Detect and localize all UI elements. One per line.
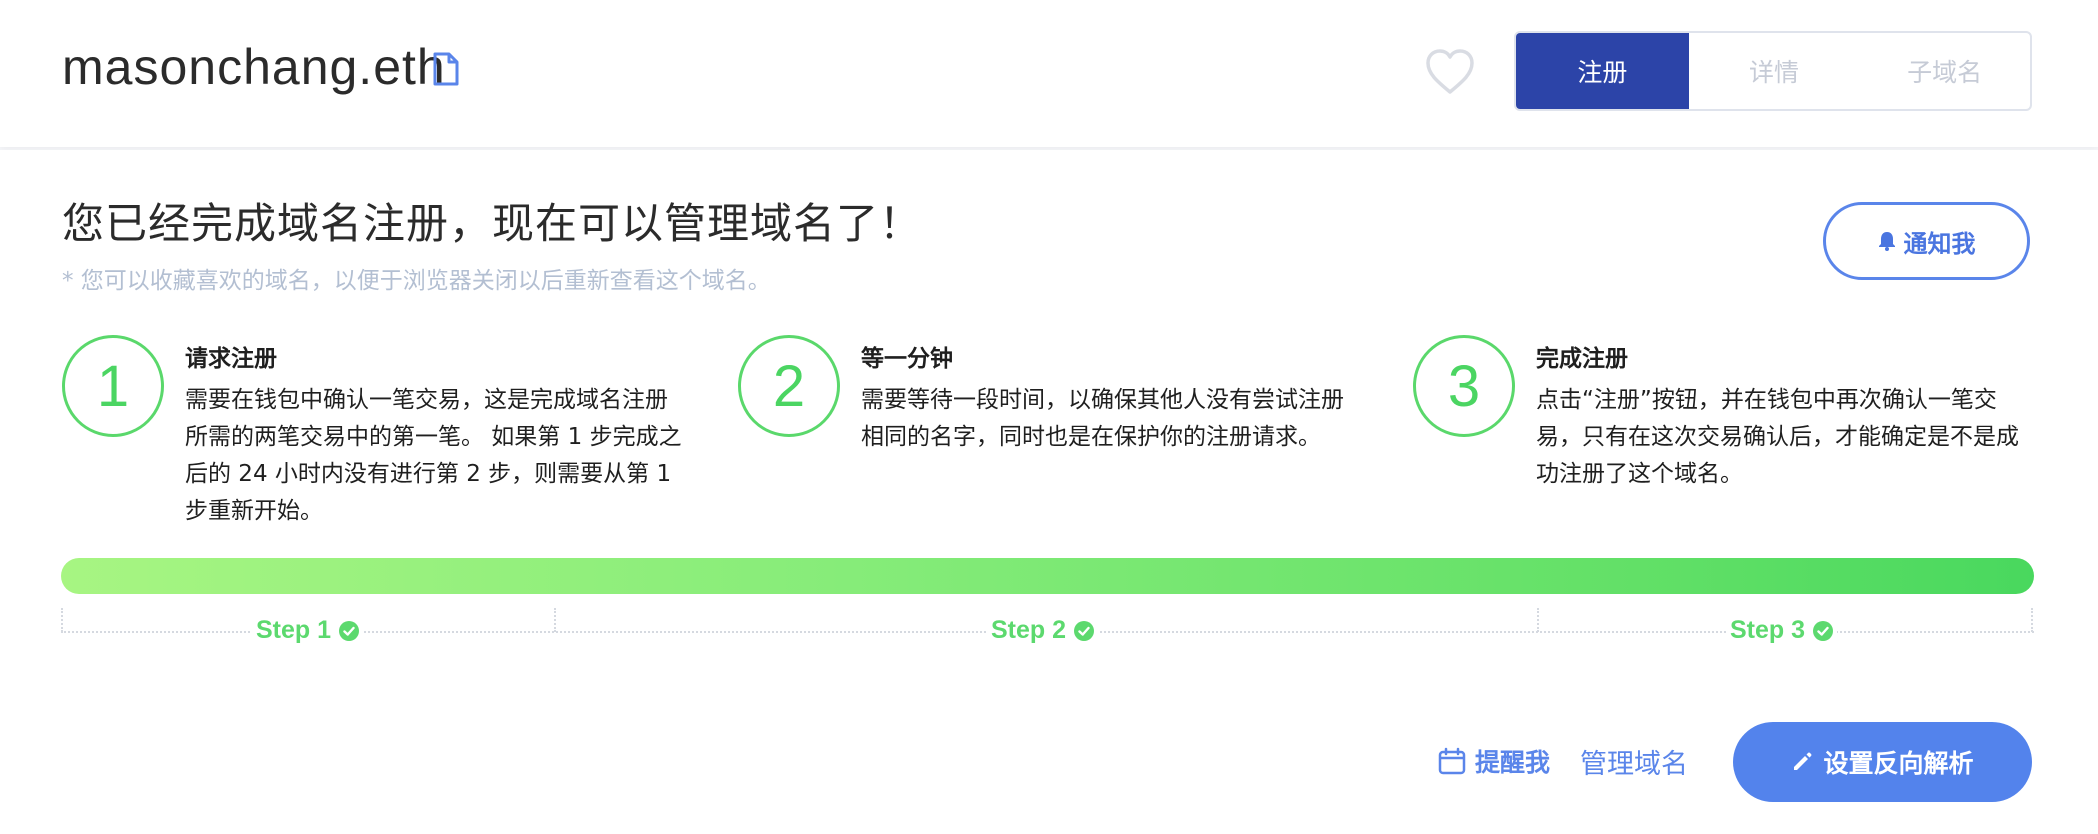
step-description: 需要等待一段时间，以确保其他人没有尝试注册相同的名字，同时也是在保护你的注册请求…: [861, 387, 1344, 450]
set-reverse-record-label: 设置反向解析: [1823, 749, 1974, 778]
notify-me-label: 通知我: [1903, 229, 1976, 258]
step-label-text: Step 3: [1730, 616, 1806, 644]
tracker-tick: [554, 608, 556, 632]
doc-icon[interactable]: [432, 52, 460, 86]
calendar-icon: [1438, 747, 1466, 775]
notify-me-button[interactable]: 通知我: [1823, 202, 2030, 280]
step-description: 需要在钱包中确认一笔交易，这是完成域名注册所需的两笔交易中的第一笔。 如果第 1…: [185, 387, 682, 524]
remind-me-label: 提醒我: [1475, 748, 1551, 777]
page-headline: 您已经完成域名注册，现在可以管理域名了！: [62, 199, 923, 248]
check-circle-icon: [1074, 620, 1095, 641]
favorite-note: * 您可以收藏喜欢的域名，以便于浏览器关闭以后重新查看这个域名。: [62, 268, 771, 294]
check-circle-icon: [339, 620, 360, 641]
step-number-circle: 1: [62, 335, 164, 437]
set-reverse-record-button[interactable]: 设置反向解析: [1733, 722, 2032, 802]
tab-bar: 注册 详情 子域名: [1514, 31, 2032, 111]
step-card-1: 1 请求注册 需要在钱包中确认一笔交易，这是完成域名注册所需的两笔交易中的第一笔…: [62, 335, 682, 535]
pencil-icon: [1794, 752, 1812, 770]
step-title: 请求注册: [185, 346, 277, 372]
heart-icon[interactable]: [1424, 48, 1476, 96]
main-panel: 您已经完成域名注册，现在可以管理域名了！ * 您可以收藏喜欢的域名，以便于浏览器…: [0, 150, 2098, 834]
progress-bar: [61, 558, 2034, 594]
step-card-2: 2 等一分钟 需要等待一段时间，以确保其他人没有尝试注册相同的名字，同时也是在保…: [738, 335, 1358, 535]
step-card-3: 3 完成注册 点击“注册”按钮，并在钱包中再次确认一笔交易，只有在这次交易确认后…: [1413, 335, 2033, 535]
tab-details[interactable]: 详情: [1689, 33, 1860, 109]
step-1-label: Step 1: [252, 616, 364, 645]
registration-page: masonchang.eth 注册 详情 子域名 您已经完成域名注册，现在可以管…: [0, 0, 2098, 834]
step-title: 完成注册: [1536, 346, 1628, 372]
header-bar: masonchang.eth 注册 详情 子域名: [0, 0, 2098, 147]
tab-subdomains[interactable]: 子域名: [1859, 33, 2030, 109]
step-3-label: Step 3: [1726, 616, 1838, 645]
tracker-tick: [61, 608, 63, 632]
step-title: 等一分钟: [861, 346, 953, 372]
check-circle-icon: [1813, 620, 1834, 641]
manage-domain-link[interactable]: 管理域名: [1580, 741, 1688, 781]
tracker-tick: [2031, 608, 2033, 632]
tab-register[interactable]: 注册: [1516, 33, 1689, 109]
step-description: 点击“注册”按钮，并在钱包中再次确认一笔交易，只有在这次交易确认后，才能确定是不…: [1536, 387, 2019, 487]
remind-me-button[interactable]: 提醒我: [1437, 741, 1550, 781]
step-2-label: Step 2: [987, 616, 1099, 645]
step-number-circle: 3: [1413, 335, 1515, 437]
domain-name-title: masonchang.eth: [62, 39, 446, 95]
step-label-text: Step 2: [991, 616, 1067, 644]
step-label-text: Step 1: [256, 616, 332, 644]
tracker-tick: [1537, 608, 1539, 632]
step-tracker: Step 1 Step 2 Step 3: [61, 608, 2034, 648]
bell-icon: [1878, 232, 1895, 251]
step-number-circle: 2: [738, 335, 840, 437]
